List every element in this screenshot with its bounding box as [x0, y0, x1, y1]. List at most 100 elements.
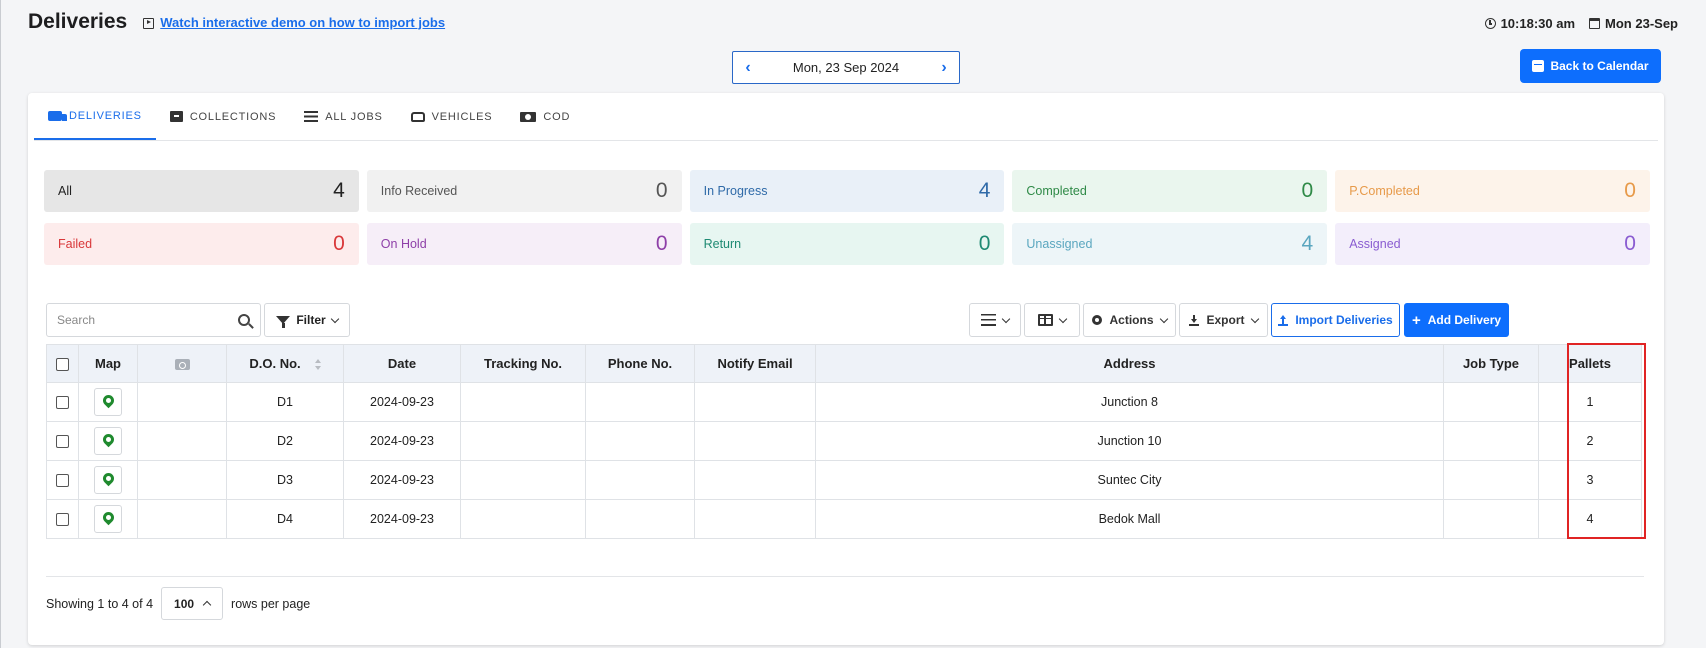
rows-per-page-label: rows per page [231, 596, 311, 611]
play-icon [143, 17, 155, 29]
funnel-icon [276, 316, 291, 328]
tracking-cell [460, 421, 586, 461]
current-time: 10:18:30 am [1500, 16, 1576, 31]
chevron-down-icon [1058, 314, 1068, 323]
actions-button[interactable]: Actions [1083, 303, 1176, 337]
tracking-cell [460, 382, 586, 422]
select-all-checkbox[interactable] [56, 358, 69, 372]
tab-collections[interactable]: COLLECTIONS [156, 93, 290, 140]
table-row[interactable]: D3 2024-09-23 Suntec City 3 [46, 460, 1642, 500]
back-to-calendar-button[interactable]: Back to Calendar [1520, 49, 1661, 83]
pallets-cell: 1 [1538, 382, 1642, 422]
col-notify-email[interactable]: Notify Email [694, 344, 816, 383]
chevron-down-icon [1159, 314, 1168, 323]
date-cell: 2024-09-23 [343, 460, 461, 500]
phone-cell [585, 499, 695, 539]
row-checkbox[interactable] [56, 474, 69, 488]
clock-icon [1484, 18, 1496, 29]
col-job-type[interactable]: Job Type [1443, 344, 1539, 383]
job-type-cell [1443, 460, 1539, 500]
next-day-button[interactable]: › [929, 53, 959, 83]
stat-all[interactable]: All 4 [44, 170, 359, 212]
box-icon [169, 111, 183, 122]
email-cell [694, 421, 816, 461]
table-header-row: Map D.O. No. Date Tracking No. Phone No.… [46, 344, 1642, 383]
map-pin-icon [100, 509, 116, 526]
col-do-no[interactable]: D.O. No. [226, 344, 344, 383]
cash-icon [520, 111, 537, 122]
tracking-cell [460, 460, 586, 500]
tab-all-jobs[interactable]: ALL JOBS [290, 93, 396, 140]
photo-cell [137, 421, 227, 461]
calendar-icon [1532, 60, 1545, 72]
row-checkbox[interactable] [56, 396, 69, 410]
email-cell [694, 460, 816, 500]
photo-cell [137, 499, 227, 539]
row-checkbox[interactable] [56, 513, 69, 527]
stat-in-progress[interactable]: In Progress 4 [689, 170, 1005, 212]
date-cell: 2024-09-23 [343, 382, 461, 422]
layout-button[interactable] [1024, 303, 1080, 337]
plus-icon: + [1411, 311, 1421, 329]
table-row[interactable]: D2 2024-09-23 Junction 10 2 [46, 421, 1642, 461]
import-deliveries-button[interactable]: Import Deliveries [1271, 303, 1400, 337]
rows-per-page-select[interactable]: 100 [161, 587, 224, 620]
row-checkbox[interactable] [56, 435, 69, 449]
map-button[interactable] [94, 427, 122, 455]
job-type-cell [1443, 499, 1539, 539]
stat-on-hold[interactable]: On Hold 0 [366, 223, 682, 265]
tab-cod[interactable]: COD [506, 93, 584, 140]
export-button[interactable]: Export [1179, 303, 1268, 337]
select-all-header [46, 344, 79, 383]
stat-failed[interactable]: Failed 0 [44, 223, 359, 265]
col-tracking-no[interactable]: Tracking No. [460, 344, 586, 383]
search-icon[interactable] [238, 314, 250, 326]
car-icon [410, 111, 425, 122]
tab-vehicles[interactable]: VEHICLES [397, 93, 507, 140]
selected-date[interactable]: Mon, 23 Sep 2024 [793, 60, 899, 75]
page-header: Deliveries Watch interactive demo on how… [28, 10, 445, 34]
do-no-cell: D4 [226, 499, 344, 539]
col-date[interactable]: Date [343, 344, 461, 383]
status-summary: All 4 Info Received 0 In Progress 4 Complet… [44, 170, 1650, 265]
chevron-down-icon [1001, 314, 1011, 323]
col-map[interactable]: Map [78, 344, 138, 383]
filter-button[interactable]: Filter [264, 303, 350, 337]
search-input[interactable] [57, 313, 217, 327]
page-title: Deliveries [28, 10, 128, 33]
col-address[interactable]: Address [815, 344, 1444, 383]
sort-icon[interactable] [314, 359, 321, 371]
col-pallets[interactable]: Pallets [1538, 344, 1642, 383]
map-button[interactable] [94, 466, 122, 494]
pallets-cell: 2 [1538, 421, 1642, 461]
demo-link[interactable]: Watch interactive demo on how to import … [160, 15, 445, 30]
phone-cell [585, 382, 695, 422]
do-no-cell: D2 [226, 421, 344, 461]
map-button[interactable] [94, 505, 122, 533]
prev-day-button[interactable]: ‹ [733, 53, 763, 83]
email-cell [694, 499, 816, 539]
calendar-icon [1589, 18, 1601, 29]
stat-info-received[interactable]: Info Received 0 [366, 170, 682, 212]
date-cell: 2024-09-23 [343, 421, 461, 461]
stat-unassigned[interactable]: Unassigned 4 [1012, 223, 1328, 265]
address-cell: Bedok Mall [815, 499, 1444, 539]
map-button[interactable] [94, 388, 122, 416]
search-box [46, 303, 261, 337]
job-type-cell [1443, 421, 1539, 461]
stat-p-completed[interactable]: P.Completed 0 [1335, 170, 1650, 212]
tab-deliveries[interactable]: DELIVERIES [34, 93, 156, 140]
chevron-down-icon [330, 314, 339, 323]
table-row[interactable]: D4 2024-09-23 Bedok Mall 4 [46, 499, 1642, 539]
address-cell: Junction 8 [815, 382, 1444, 422]
col-phone-no[interactable]: Phone No. [585, 344, 695, 383]
clock-area: 10:18:30 am Mon 23-Sep [1484, 16, 1678, 31]
table-row[interactable]: D1 2024-09-23 Junction 8 1 [46, 382, 1642, 422]
job-type-cell [1443, 382, 1539, 422]
stat-completed[interactable]: Completed 0 [1012, 170, 1328, 212]
stat-assigned[interactable]: Assigned 0 [1335, 223, 1650, 265]
column-settings-button[interactable] [969, 303, 1021, 337]
add-delivery-button[interactable]: + Add Delivery [1404, 303, 1509, 337]
chevron-up-icon [202, 600, 212, 610]
stat-return[interactable]: Return 0 [689, 223, 1005, 265]
